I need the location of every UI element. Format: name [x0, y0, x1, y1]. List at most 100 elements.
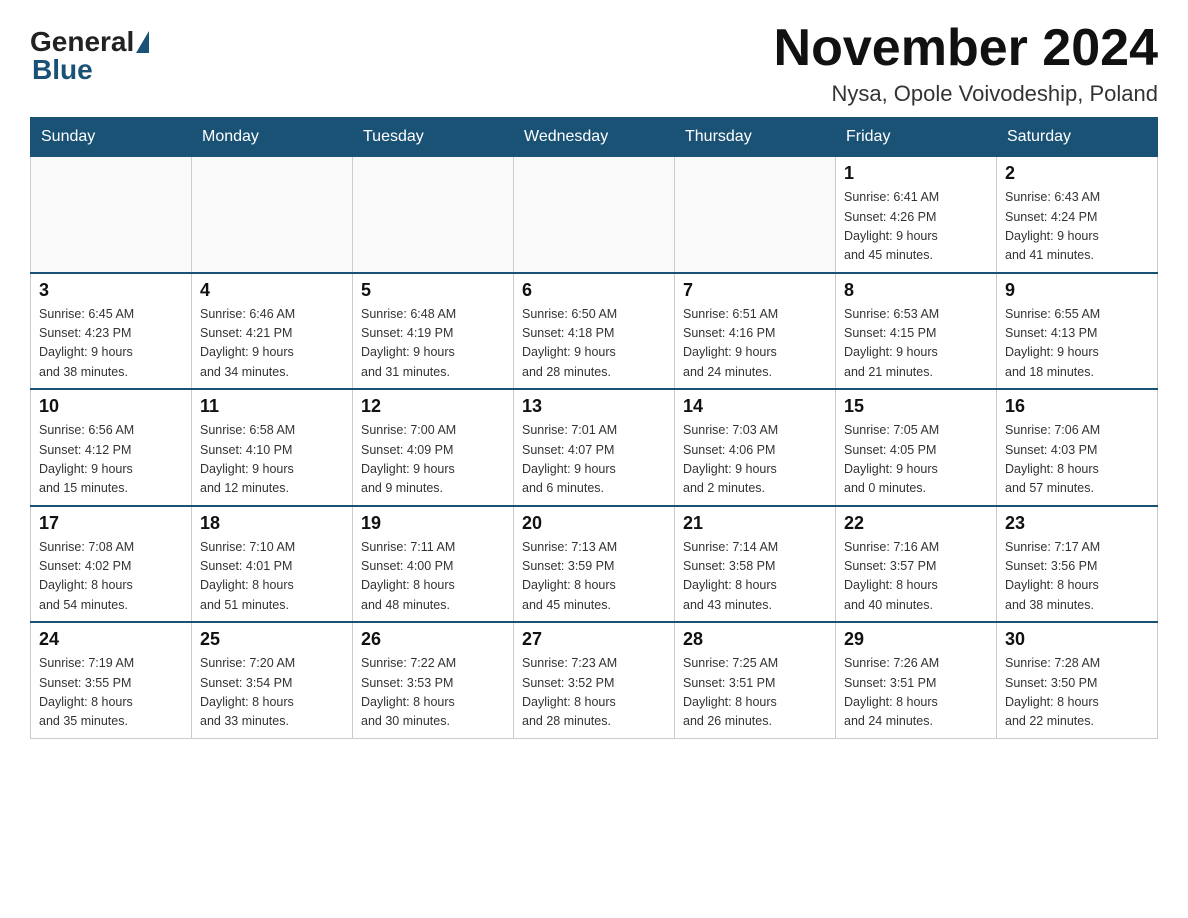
day-info: Sunrise: 7:13 AM Sunset: 3:59 PM Dayligh… [522, 538, 666, 616]
day-info: Sunrise: 7:11 AM Sunset: 4:00 PM Dayligh… [361, 538, 505, 616]
calendar-cell: 10 Sunrise: 6:56 AM Sunset: 4:12 PM Dayli… [31, 389, 192, 506]
day-number: 22 [844, 513, 988, 534]
calendar-cell: 11 Sunrise: 6:58 AM Sunset: 4:10 PM Dayli… [192, 389, 353, 506]
logo-blue-text: Blue [32, 54, 93, 85]
calendar-cell: 17 Sunrise: 7:08 AM Sunset: 4:02 PM Dayli… [31, 506, 192, 623]
calendar-cell: 19 Sunrise: 7:11 AM Sunset: 4:00 PM Dayli… [353, 506, 514, 623]
calendar-cell: 15 Sunrise: 7:05 AM Sunset: 4:05 PM Dayli… [836, 389, 997, 506]
calendar-cell: 14Sunrise: 7:03 AM Sunset: 4:06 PM Dayli… [675, 389, 836, 506]
calendar-title: November 2024 [774, 20, 1158, 77]
calendar-cell: 20 Sunrise: 7:13 AM Sunset: 3:59 PM Dayli… [514, 506, 675, 623]
day-number: 27 [522, 629, 666, 650]
weekday-header-saturday: Saturday [997, 118, 1158, 157]
calendar-cell [353, 157, 514, 273]
day-number: 26 [361, 629, 505, 650]
day-info: Sunrise: 6:45 AM Sunset: 4:23 PM Dayligh… [39, 305, 183, 383]
logo: General Blue [30, 28, 151, 86]
day-number: 10 [39, 396, 183, 417]
calendar-cell: 28 Sunrise: 7:25 AM Sunset: 3:51 PM Dayli… [675, 622, 836, 738]
day-info: Sunrise: 7:22 AM Sunset: 3:53 PM Dayligh… [361, 654, 505, 732]
day-info: Sunrise: 6:43 AM Sunset: 4:24 PM Dayligh… [1005, 188, 1149, 266]
day-info: Sunrise: 7:25 AM Sunset: 3:51 PM Dayligh… [683, 654, 827, 732]
day-info: Sunrise: 7:17 AM Sunset: 3:56 PM Dayligh… [1005, 538, 1149, 616]
calendar-cell: 22 Sunrise: 7:16 AM Sunset: 3:57 PM Dayli… [836, 506, 997, 623]
day-number: 18 [200, 513, 344, 534]
calendar-cell [675, 157, 836, 273]
calendar-cell: 1Sunrise: 6:41 AM Sunset: 4:26 PM Daylig… [836, 157, 997, 273]
weekday-header-sunday: Sunday [31, 118, 192, 157]
day-info: Sunrise: 7:01 AM Sunset: 4:07 PM Dayligh… [522, 421, 666, 499]
day-number: 8 [844, 280, 988, 301]
calendar-cell: 2 Sunrise: 6:43 AM Sunset: 4:24 PM Daylig… [997, 157, 1158, 273]
day-number: 9 [1005, 280, 1149, 301]
day-number: 12 [361, 396, 505, 417]
calendar-cell [192, 157, 353, 273]
calendar-cell: 8 Sunrise: 6:53 AM Sunset: 4:15 PM Daylig… [836, 273, 997, 390]
day-info: Sunrise: 7:20 AM Sunset: 3:54 PM Dayligh… [200, 654, 344, 732]
day-number: 24 [39, 629, 183, 650]
day-number: 16 [1005, 396, 1149, 417]
day-number: 20 [522, 513, 666, 534]
day-number: 3 [39, 280, 183, 301]
weekday-header-wednesday: Wednesday [514, 118, 675, 157]
calendar-cell [31, 157, 192, 273]
calendar-cell: 27Sunrise: 7:23 AM Sunset: 3:52 PM Dayli… [514, 622, 675, 738]
day-number: 11 [200, 396, 344, 417]
calendar-cell: 25 Sunrise: 7:20 AM Sunset: 3:54 PM Dayli… [192, 622, 353, 738]
day-info: Sunrise: 6:58 AM Sunset: 4:10 PM Dayligh… [200, 421, 344, 499]
calendar-cell: 16 Sunrise: 7:06 AM Sunset: 4:03 PM Dayli… [997, 389, 1158, 506]
calendar-cell: 29 Sunrise: 7:26 AM Sunset: 3:51 PM Dayli… [836, 622, 997, 738]
day-info: Sunrise: 7:26 AM Sunset: 3:51 PM Dayligh… [844, 654, 988, 732]
weekday-header-tuesday: Tuesday [353, 118, 514, 157]
day-number: 6 [522, 280, 666, 301]
calendar-cell [514, 157, 675, 273]
day-number: 1 [844, 163, 988, 184]
day-number: 28 [683, 629, 827, 650]
day-info: Sunrise: 7:05 AM Sunset: 4:05 PM Dayligh… [844, 421, 988, 499]
day-info: Sunrise: 6:56 AM Sunset: 4:12 PM Dayligh… [39, 421, 183, 499]
calendar-cell: 5Sunrise: 6:48 AM Sunset: 4:19 PM Daylig… [353, 273, 514, 390]
day-info: Sunrise: 7:06 AM Sunset: 4:03 PM Dayligh… [1005, 421, 1149, 499]
calendar-cell: 7 Sunrise: 6:51 AM Sunset: 4:16 PM Daylig… [675, 273, 836, 390]
day-info: Sunrise: 6:53 AM Sunset: 4:15 PM Dayligh… [844, 305, 988, 383]
day-number: 13 [522, 396, 666, 417]
day-number: 19 [361, 513, 505, 534]
day-info: Sunrise: 6:51 AM Sunset: 4:16 PM Dayligh… [683, 305, 827, 383]
day-number: 23 [1005, 513, 1149, 534]
day-info: Sunrise: 7:08 AM Sunset: 4:02 PM Dayligh… [39, 538, 183, 616]
day-info: Sunrise: 6:46 AM Sunset: 4:21 PM Dayligh… [200, 305, 344, 383]
day-info: Sunrise: 6:50 AM Sunset: 4:18 PM Dayligh… [522, 305, 666, 383]
calendar-week-row: 17 Sunrise: 7:08 AM Sunset: 4:02 PM Dayli… [31, 506, 1158, 623]
day-number: 25 [200, 629, 344, 650]
calendar-cell: 6 Sunrise: 6:50 AM Sunset: 4:18 PM Daylig… [514, 273, 675, 390]
logo-triangle-icon [136, 31, 149, 53]
day-info: Sunrise: 7:16 AM Sunset: 3:57 PM Dayligh… [844, 538, 988, 616]
day-number: 30 [1005, 629, 1149, 650]
day-number: 29 [844, 629, 988, 650]
calendar-cell: 13 Sunrise: 7:01 AM Sunset: 4:07 PM Dayli… [514, 389, 675, 506]
calendar-week-row: 24Sunrise: 7:19 AM Sunset: 3:55 PM Dayli… [31, 622, 1158, 738]
day-info: Sunrise: 6:55 AM Sunset: 4:13 PM Dayligh… [1005, 305, 1149, 383]
title-block: November 2024 Nysa, Opole Voivodeship, P… [774, 20, 1158, 107]
day-info: Sunrise: 6:48 AM Sunset: 4:19 PM Dayligh… [361, 305, 505, 383]
calendar-cell: 24Sunrise: 7:19 AM Sunset: 3:55 PM Dayli… [31, 622, 192, 738]
day-number: 2 [1005, 163, 1149, 184]
day-number: 7 [683, 280, 827, 301]
calendar-table: SundayMondayTuesdayWednesdayThursdayFrid… [30, 117, 1158, 739]
calendar-week-row: 1Sunrise: 6:41 AM Sunset: 4:26 PM Daylig… [31, 157, 1158, 273]
day-info: Sunrise: 7:00 AM Sunset: 4:09 PM Dayligh… [361, 421, 505, 499]
calendar-cell: 30Sunrise: 7:28 AM Sunset: 3:50 PM Dayli… [997, 622, 1158, 738]
day-number: 17 [39, 513, 183, 534]
weekday-header-thursday: Thursday [675, 118, 836, 157]
calendar-cell: 26 Sunrise: 7:22 AM Sunset: 3:53 PM Dayli… [353, 622, 514, 738]
calendar-cell: 23 Sunrise: 7:17 AM Sunset: 3:56 PM Dayli… [997, 506, 1158, 623]
calendar-cell: 3 Sunrise: 6:45 AM Sunset: 4:23 PM Daylig… [31, 273, 192, 390]
calendar-cell: 21Sunrise: 7:14 AM Sunset: 3:58 PM Dayli… [675, 506, 836, 623]
day-number: 15 [844, 396, 988, 417]
weekday-header-friday: Friday [836, 118, 997, 157]
day-info: Sunrise: 7:03 AM Sunset: 4:06 PM Dayligh… [683, 421, 827, 499]
calendar-week-row: 10 Sunrise: 6:56 AM Sunset: 4:12 PM Dayli… [31, 389, 1158, 506]
day-info: Sunrise: 7:14 AM Sunset: 3:58 PM Dayligh… [683, 538, 827, 616]
weekday-header-monday: Monday [192, 118, 353, 157]
day-info: Sunrise: 7:10 AM Sunset: 4:01 PM Dayligh… [200, 538, 344, 616]
